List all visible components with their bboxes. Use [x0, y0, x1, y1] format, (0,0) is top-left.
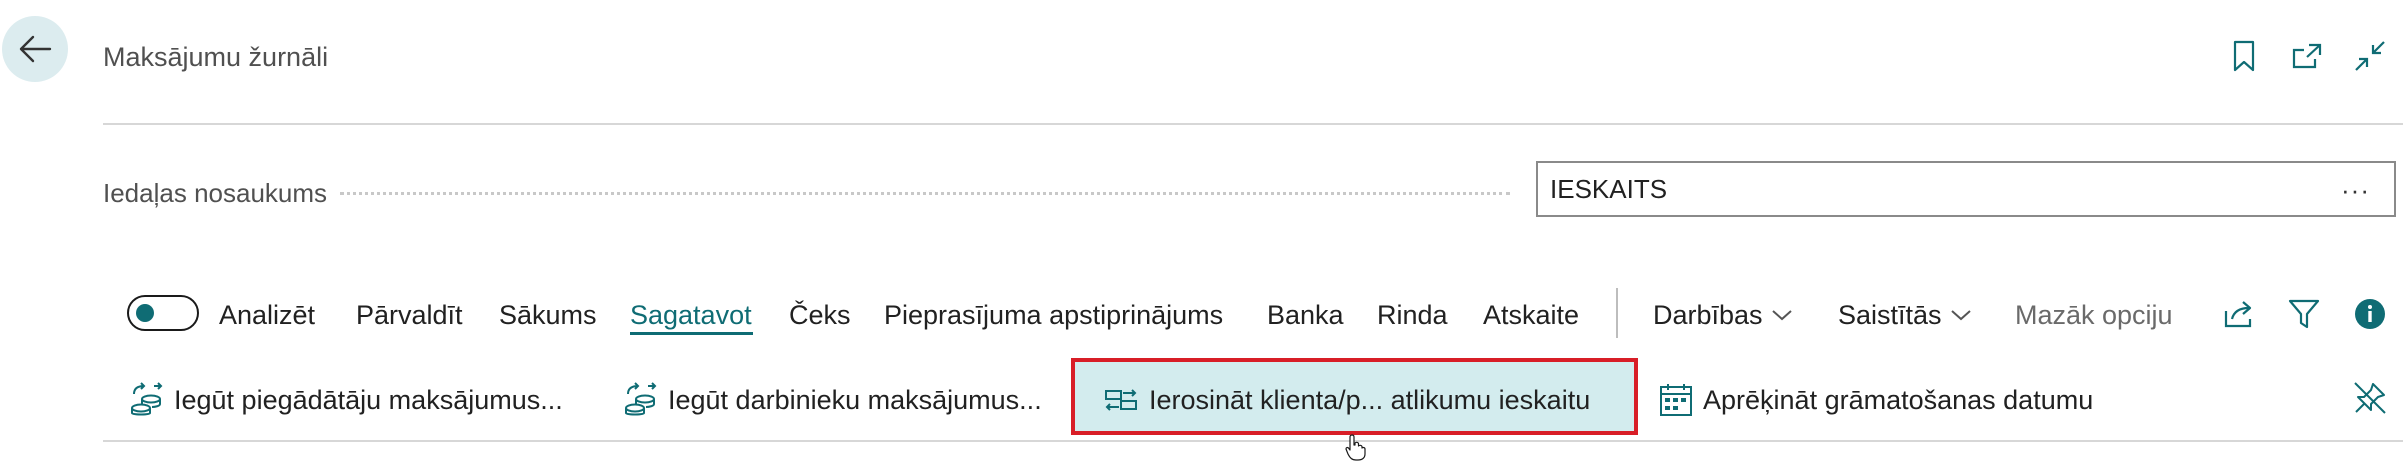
action-label: Iegūt piegādātāju maksājumus...: [174, 384, 563, 415]
coins-arrows-icon: [131, 382, 163, 416]
tab-home[interactable]: Sākums: [499, 298, 597, 332]
tab-manage[interactable]: Pārvaldīt: [356, 298, 463, 332]
tab-prepare[interactable]: Sagatavot: [630, 298, 752, 332]
coins-arrows-icon: [625, 382, 657, 416]
action-label: Ierosināt klienta/p... atlikumu ieskaitu: [1149, 384, 1591, 415]
suggest-balance-netting-button[interactable]: Ierosināt klienta/p... atlikumu ieskaitu: [1103, 378, 1590, 422]
header-divider: [103, 123, 2403, 125]
toggle-knob: [136, 304, 154, 322]
field-leader-dots: [340, 192, 1510, 195]
bookmark-icon[interactable]: [2224, 36, 2264, 76]
arrow-left-icon: [19, 35, 52, 63]
filter-icon[interactable]: [2284, 294, 2324, 334]
action-label: Iegūt darbinieku maksājumus...: [668, 384, 1042, 415]
section-name-value: IESKAITS: [1550, 173, 1668, 204]
actions-menu[interactable]: Darbības: [1653, 298, 1793, 332]
tab-line[interactable]: Rinda: [1377, 298, 1448, 332]
chevron-down-icon: [1771, 310, 1792, 321]
field-label: Iedaļas nosaukums: [103, 176, 336, 210]
open-in-new-window-icon[interactable]: [2287, 36, 2327, 76]
hand-cursor-icon: [1345, 433, 1367, 466]
toggle-label: Analizēt: [219, 300, 316, 330]
analyze-toggle[interactable]: [127, 295, 199, 331]
page-title: Maksājumu žurnāli: [103, 42, 329, 72]
back-button[interactable]: [2, 16, 68, 82]
action-label: Aprēķināt grāmatošanas datumu: [1703, 384, 2094, 415]
chevron-down-icon: [1950, 310, 1971, 321]
collapse-icon[interactable]: [2350, 36, 2390, 76]
calendar-icon: [1660, 384, 1692, 416]
related-menu-label: Saistītās: [1838, 300, 1942, 330]
more-options-icon[interactable]: ···: [2341, 175, 2370, 206]
menu-separator: [1616, 288, 1618, 338]
tab-request-approval[interactable]: Pieprasījuma apstiprinājums: [884, 298, 1223, 332]
actions-divider: [103, 440, 2403, 442]
get-employee-payments-button[interactable]: Iegūt darbinieku maksājumus...: [622, 378, 1042, 422]
actions-menu-label: Darbības: [1653, 300, 1763, 330]
info-icon[interactable]: [2350, 294, 2390, 334]
related-menu[interactable]: Saistītās: [1838, 298, 1972, 332]
fewer-options-button[interactable]: Mazāk opciju: [2015, 298, 2173, 332]
active-tab-indicator: [630, 332, 753, 335]
unpin-icon[interactable]: [2350, 378, 2390, 418]
section-name-field[interactable]: IESKAITS ···: [1536, 161, 2396, 217]
tab-report[interactable]: Atskaite: [1483, 298, 1579, 332]
tab-bank[interactable]: Banka: [1267, 298, 1344, 332]
money-transfer-icon: [1105, 389, 1137, 411]
calculate-posting-date-button[interactable]: Aprēķināt grāmatošanas datumu: [1659, 378, 2093, 422]
tab-check[interactable]: Čeks: [789, 298, 851, 332]
get-vendor-payments-button[interactable]: Iegūt piegādātāju maksājumus...: [128, 378, 563, 422]
share-icon[interactable]: [2219, 294, 2259, 334]
